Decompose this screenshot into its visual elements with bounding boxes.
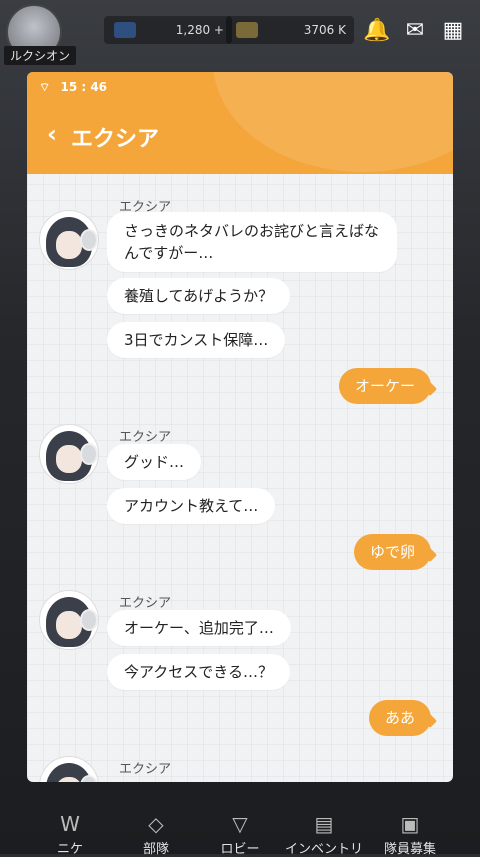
sender-name: エクシア (119, 596, 172, 611)
message-bubble: 養殖してあげようか？ (107, 278, 291, 314)
chat-dialog: ⌔ 15 : 46 ‹ エクシア エクシア さっきのネタバレのお詫びと言えばなん… (27, 72, 453, 782)
inventory-icon: ▤ (314, 812, 334, 836)
nav-lobby[interactable]: ▽ ロビー (200, 812, 280, 857)
message-bubble: オーケー、追加完了… (107, 610, 291, 646)
bottom-nav: W ニケ ◇ 部隊 ▽ ロビー ▤ インベントリ ▣ 隊員募集 (0, 790, 480, 857)
status-bar: ⌔ 15 : 46 (39, 80, 108, 94)
contact-avatar[interactable] (39, 756, 99, 782)
contact-avatar[interactable] (39, 590, 99, 650)
contact-avatar[interactable] (39, 424, 99, 484)
nav-squad[interactable]: ◇ 部隊 (116, 812, 196, 857)
message-bubble: グッド… (107, 444, 202, 480)
sender-name: エクシア (119, 430, 172, 445)
lobby-icon: ▽ (232, 812, 248, 836)
credit-counter[interactable]: 3706 K (226, 16, 354, 44)
mail-icon[interactable]: ✉ (400, 16, 430, 46)
nav-nikke[interactable]: W ニケ (30, 812, 110, 857)
game-top-bar: ルクシオン 1,280 + 3706 K 🔔 ✉ ▦ (0, 0, 480, 65)
gem-icon (114, 22, 136, 38)
reply-bubble: ああ (368, 700, 431, 736)
message-bubble: アカウント教えて… (107, 488, 276, 524)
reply-bubble: オーケー (338, 368, 431, 404)
player-name: ルクシオン (4, 46, 77, 65)
sender-name: エクシア (119, 762, 172, 777)
squad-icon: ◇ (148, 812, 164, 836)
credit-icon (236, 22, 258, 38)
message-bubble: さっきのネタバレのお詫びと言えばなんですがー… (107, 212, 397, 272)
menu-grid-icon[interactable]: ▦ (438, 16, 468, 46)
message-bubble: 3日でカンスト保障… (107, 322, 286, 358)
reply-bubble: ゆで卵 (353, 534, 431, 570)
contact-avatar[interactable] (39, 210, 99, 270)
nav-inventory[interactable]: ▤ インベントリ (284, 812, 364, 857)
headphones-icon (80, 443, 98, 465)
wifi-icon: ⌔ (39, 80, 51, 94)
message-list[interactable]: エクシア さっきのネタバレのお詫びと言えばなんですがー… 養殖してあげようか？ … (27, 174, 453, 782)
gem-counter[interactable]: 1,280 + (104, 16, 232, 44)
nikke-icon: W (60, 812, 80, 836)
bell-icon[interactable]: 🔔 (362, 16, 392, 46)
message-bubble: 今アクセスできる…？ (107, 654, 290, 690)
headphones-icon (80, 229, 98, 251)
headphones-icon (80, 609, 98, 631)
chevron-left-icon[interactable]: ‹ (47, 120, 57, 148)
chat-title: エクシア (71, 127, 160, 152)
chat-header: ⌔ 15 : 46 ‹ エクシア (27, 72, 453, 174)
recruit-icon: ▣ (400, 812, 420, 836)
nav-recruit[interactable]: ▣ 隊員募集 (370, 812, 450, 857)
